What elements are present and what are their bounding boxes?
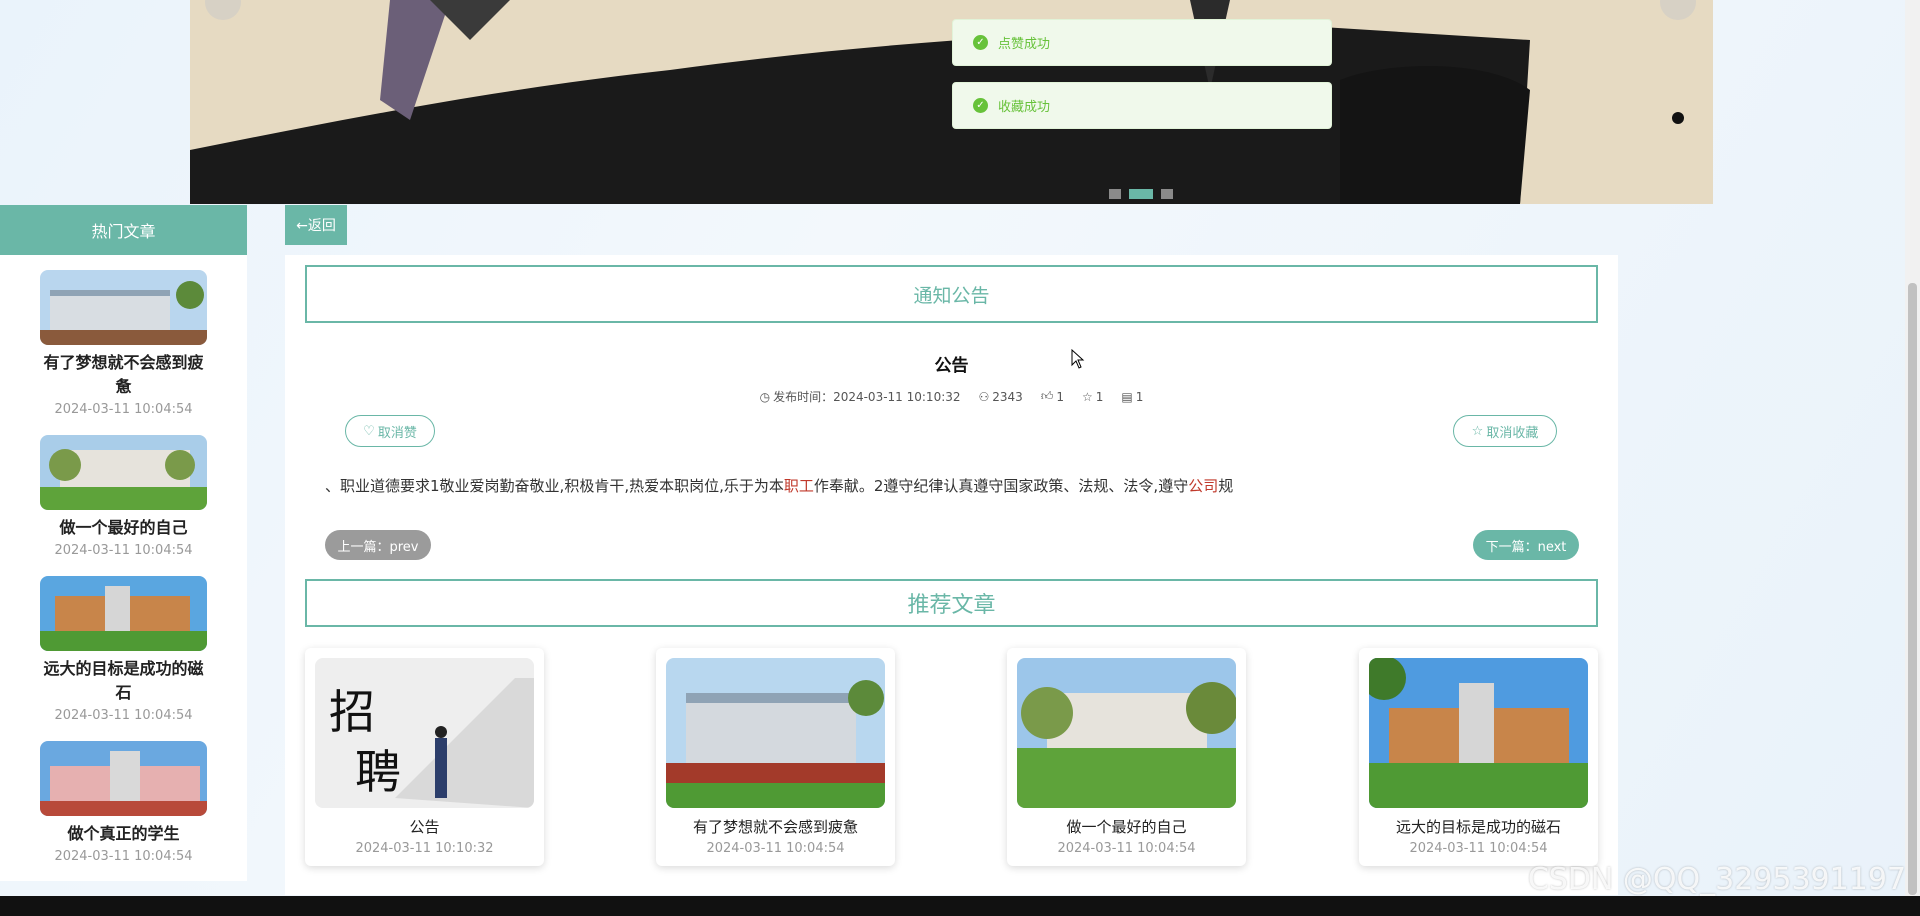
comment-count: ▤ 1	[1121, 389, 1144, 404]
svg-text:聘: 聘	[355, 745, 401, 799]
article-thumbnail[interactable]	[40, 270, 207, 345]
star-icon: ☆	[1082, 389, 1093, 404]
recommend-card[interactable]: 远大的目标是成功的磁石 2024-03-11 10:04:54	[1359, 648, 1598, 866]
article-title[interactable]: 做一个最好的自己	[39, 516, 209, 540]
article-thumbnail[interactable]	[40, 576, 207, 651]
toast-text: 点赞成功	[998, 37, 1051, 52]
recommend-date: 2024-03-11 10:10:32	[355, 841, 494, 856]
article-thumbnail[interactable]: 招聘	[315, 658, 534, 808]
sidebar-article[interactable]: 远大的目标是成功的磁石 2024-03-11 10:04:54	[0, 576, 247, 723]
recommend-date: 2024-03-11 10:04:54	[1057, 841, 1196, 856]
scrollbar-thumb[interactable]	[1908, 283, 1917, 895]
sidebar-article[interactable]: 有了梦想就不会感到疲惫 2024-03-11 10:04:54	[0, 270, 247, 417]
article-title[interactable]: 远大的目标是成功的磁石	[39, 657, 209, 705]
article-title[interactable]: 有了梦想就不会感到疲惫	[39, 351, 209, 399]
next-article-button[interactable]: 下一篇：next	[1473, 530, 1579, 560]
view-count: ⚇ 2343	[978, 389, 1023, 404]
article-date: 2024-03-11 10:04:54	[54, 402, 193, 417]
user-icon: ⚇	[978, 389, 990, 404]
article-detail-panel: 通知公告 公告 ◷ 发布时间：2024-03-11 10:10:32 ⚇ 2343 …	[285, 255, 1618, 895]
recommend-title[interactable]: 做一个最好的自己	[1007, 816, 1246, 837]
comment-icon: ▤	[1121, 389, 1133, 404]
sidebar-article[interactable]: 做个真正的学生 2024-03-11 10:04:54	[0, 741, 247, 864]
section-title: 通知公告	[913, 284, 990, 307]
carousel-banner[interactable]: ✓ 点赞成功 ✓ 收藏成功	[190, 0, 1713, 204]
toast-text: 收藏成功	[998, 100, 1051, 115]
watermark: CSDN @QQ_3295391197	[1527, 862, 1906, 897]
recommend-title[interactable]: 远大的目标是成功的磁石	[1359, 816, 1598, 837]
star-icon: ☆	[1471, 423, 1484, 439]
svg-text:招: 招	[329, 685, 375, 739]
notice-section-header: 通知公告	[305, 265, 1598, 323]
carousel-dot[interactable]	[1161, 189, 1173, 199]
prev-article-button[interactable]: 上一篇：prev	[325, 530, 431, 560]
favorite-count: ☆ 1	[1082, 389, 1104, 404]
recommend-card[interactable]: 有了梦想就不会感到疲惫 2024-03-11 10:04:54	[656, 648, 895, 866]
sidebar-header: 热门文章	[0, 205, 247, 255]
clock-icon: ◷	[759, 389, 771, 404]
article-content: 、职业道德要求1敬业爱岗勤奋敬业,积极肯干,热爱本职岗位,乐于为本职工作奉献。2…	[325, 477, 1234, 495]
like-count: 👍︎ 1	[1040, 389, 1065, 404]
article-title[interactable]: 做个真正的学生	[39, 822, 209, 846]
page-scrollbar[interactable]	[1905, 0, 1920, 896]
back-button[interactable]: ←返回	[285, 205, 347, 245]
article-date: 2024-03-11 10:04:54	[54, 708, 193, 723]
recommend-title[interactable]: 公告	[305, 816, 544, 837]
article-title: 公告	[934, 356, 969, 376]
sidebar-article[interactable]: 做一个最好的自己 2024-03-11 10:04:54	[0, 435, 247, 558]
carousel-dot[interactable]	[1109, 189, 1121, 199]
toast-favorite-success: ✓ 收藏成功	[952, 82, 1332, 129]
publish-time: ◷ 发布时间：2024-03-11 10:10:32	[759, 389, 961, 405]
article-thumbnail[interactable]	[40, 435, 207, 510]
recommend-date: 2024-03-11 10:04:54	[706, 841, 845, 856]
article-date: 2024-03-11 10:04:54	[54, 543, 193, 558]
recommend-card[interactable]: 做一个最好的自己 2024-03-11 10:04:54	[1007, 648, 1246, 866]
article-date: 2024-03-11 10:04:54	[54, 849, 193, 864]
toast-like-success: ✓ 点赞成功	[952, 19, 1332, 66]
article-thumbnail[interactable]	[1369, 658, 1588, 808]
recommend-section-header: 推荐文章	[305, 579, 1598, 627]
article-thumbnail[interactable]	[1017, 658, 1236, 808]
heart-icon: ♡	[363, 423, 375, 439]
carousel-indicators	[1109, 189, 1173, 199]
check-circle-icon: ✓	[973, 98, 988, 113]
mouse-cursor-icon	[1071, 349, 1085, 369]
unfavorite-button[interactable]: ☆ 取消收藏	[1453, 415, 1557, 447]
recommend-date: 2024-03-11 10:04:54	[1409, 841, 1548, 856]
section-title: 推荐文章	[907, 593, 996, 618]
check-circle-icon: ✓	[973, 35, 988, 50]
recommend-title[interactable]: 有了梦想就不会感到疲惫	[656, 816, 895, 837]
unlike-button[interactable]: ♡ 取消赞	[345, 415, 435, 447]
hot-articles-sidebar: 热门文章 有了梦想就不会感到疲惫 2024-03-11 10:04:54 做一个…	[0, 205, 247, 881]
content-link[interactable]: 公司	[1188, 477, 1218, 495]
carousel-dot-active[interactable]	[1129, 189, 1153, 199]
article-thumbnail[interactable]	[666, 658, 885, 808]
article-meta: ◷ 发布时间：2024-03-11 10:10:32 ⚇ 2343 👍︎ 1 ☆ 1 ▤…	[285, 388, 1618, 405]
bottom-bar	[0, 896, 1920, 916]
article-thumbnail[interactable]	[40, 741, 207, 816]
thumb-up-icon: 👍︎	[1040, 389, 1054, 403]
recommend-card[interactable]: 招聘 公告 2024-03-11 10:10:32	[305, 648, 544, 866]
content-link[interactable]: 职工	[784, 477, 814, 495]
